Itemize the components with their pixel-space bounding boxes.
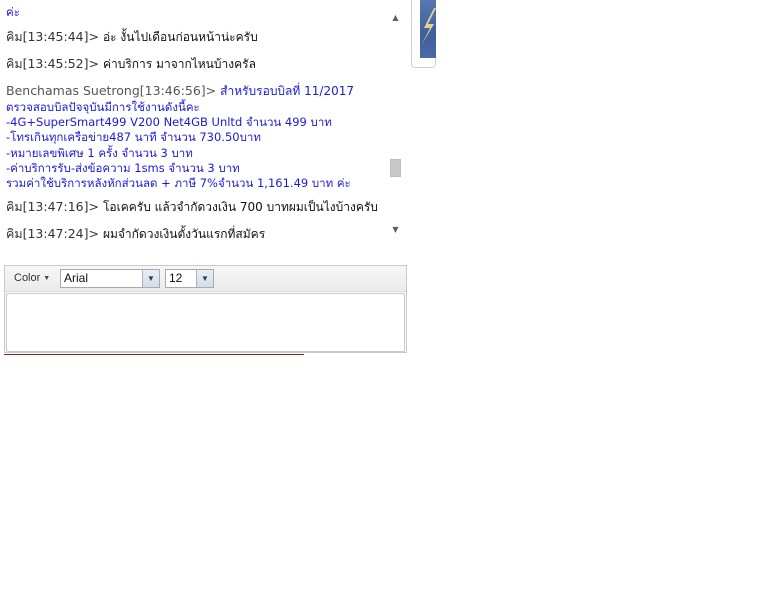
message-text: ผมจำกัดวงเงินตั้งวันแรกที่สมัคร	[102, 227, 266, 240]
message-text: สำหรับรอบบิลที่ 11/2017	[220, 84, 354, 98]
chat-content: ค่ะ คิม[13:45:44]> อ่ะ งั้นไปเดือนก่อนหน…	[6, 5, 386, 240]
side-panel	[411, 0, 436, 68]
scroll-thumb[interactable]	[390, 158, 401, 177]
font-size-select[interactable]: 12 ▼	[165, 269, 214, 288]
divider	[4, 354, 304, 355]
color-label: Color	[14, 272, 41, 284]
message-line: -4G+SuperSmart499 V200 Net4GB Unltd จำนว…	[6, 115, 332, 130]
chat-message: คิม[13:45:44]> อ่ะ งั้นไปเดือนก่อนหน้าน่…	[6, 29, 386, 45]
agent-message-body: ตรวจสอบบิลปัจจุบันมีการใช้งานดังนี้คะ -4…	[6, 100, 386, 191]
message-composer: Color ▼ Arial ▼ 12 ▼	[4, 265, 407, 353]
scroll-up-arrow-icon[interactable]: ▲	[387, 10, 404, 26]
scroll-track[interactable]	[390, 28, 401, 220]
message-sender: คิม[13:45:44]>	[6, 29, 103, 44]
chat-message: คิม[13:47:24]> ผมจำกัดวงเงินตั้งวันแรกที…	[6, 226, 386, 240]
message-line: -ค่าบริการรับ-ส่งข้อความ 1sms จำนวน 3 บา…	[6, 160, 240, 175]
font-family-value: Arial	[64, 271, 89, 285]
lightning-icon	[422, 8, 436, 44]
message-line: -หมายเลขพิเศษ 1 ครั้ง จำนวน 3 บาท	[6, 145, 193, 160]
message-line: -โทรเกินทุกเครือข่าย487 นาที จำนวน 730.5…	[6, 130, 261, 145]
message-line: ตรวจสอบบิลปัจจุบันมีการใช้งานดังนี้คะ	[6, 100, 200, 114]
message-sender: คิม[13:47:24]>	[6, 226, 103, 240]
scroll-down-arrow-icon[interactable]: ▼	[387, 222, 404, 238]
message-input[interactable]	[6, 293, 405, 352]
message-sender: Benchamas Suetrong[13:46:56]>	[6, 83, 221, 98]
agent-photo	[420, 0, 436, 58]
font-family-select[interactable]: Arial ▼	[60, 269, 160, 288]
chevron-down-icon: ▼	[43, 275, 51, 282]
message-text: โอเคครับ แล้วจำกัดวงเงิน 700 บาทผมเป็นไง…	[102, 200, 378, 215]
dropdown-arrow-icon[interactable]: ▼	[142, 270, 159, 287]
chat-message: คิม[13:47:16]> โอเคครับ แล้วจำกัดวงเงิน …	[6, 199, 386, 215]
message-line: รวมค่าใช้บริการหลังหักส่วนลด + ภาษี 7%จำ…	[6, 176, 351, 191]
message-fragment: ค่ะ	[6, 5, 20, 19]
font-size-value: 12	[169, 271, 183, 285]
chat-message: คิม[13:45:52]> ค่าบริการ มาจากไหนบ้างครั…	[6, 56, 386, 72]
color-button[interactable]: Color ▼	[14, 272, 50, 284]
message-text: อ่ะ งั้นไปเดือนก่อนหน้าน่ะครับ	[102, 30, 258, 44]
format-toolbar: Color ▼ Arial ▼ 12 ▼	[5, 266, 406, 292]
agent-message: Benchamas Suetrong[13:46:56]> สำหรับรอบบ…	[6, 83, 386, 99]
chat-scrollbar[interactable]: ▲ ▼	[387, 8, 404, 240]
chat-window: ค่ะ คิม[13:45:44]> อ่ะ งั้นไปเดือนก่อนหน…	[0, 0, 768, 614]
message-sender: คิม[13:45:52]>	[6, 56, 103, 71]
message-text: ค่าบริการ มาจากไหนบ้างครัล	[102, 57, 256, 71]
chat-log[interactable]: ค่ะ คิม[13:45:44]> อ่ะ งั้นไปเดือนก่อนหน…	[0, 0, 404, 240]
message-sender: คิม[13:47:16]>	[6, 199, 103, 215]
dropdown-arrow-icon[interactable]: ▼	[196, 270, 213, 287]
